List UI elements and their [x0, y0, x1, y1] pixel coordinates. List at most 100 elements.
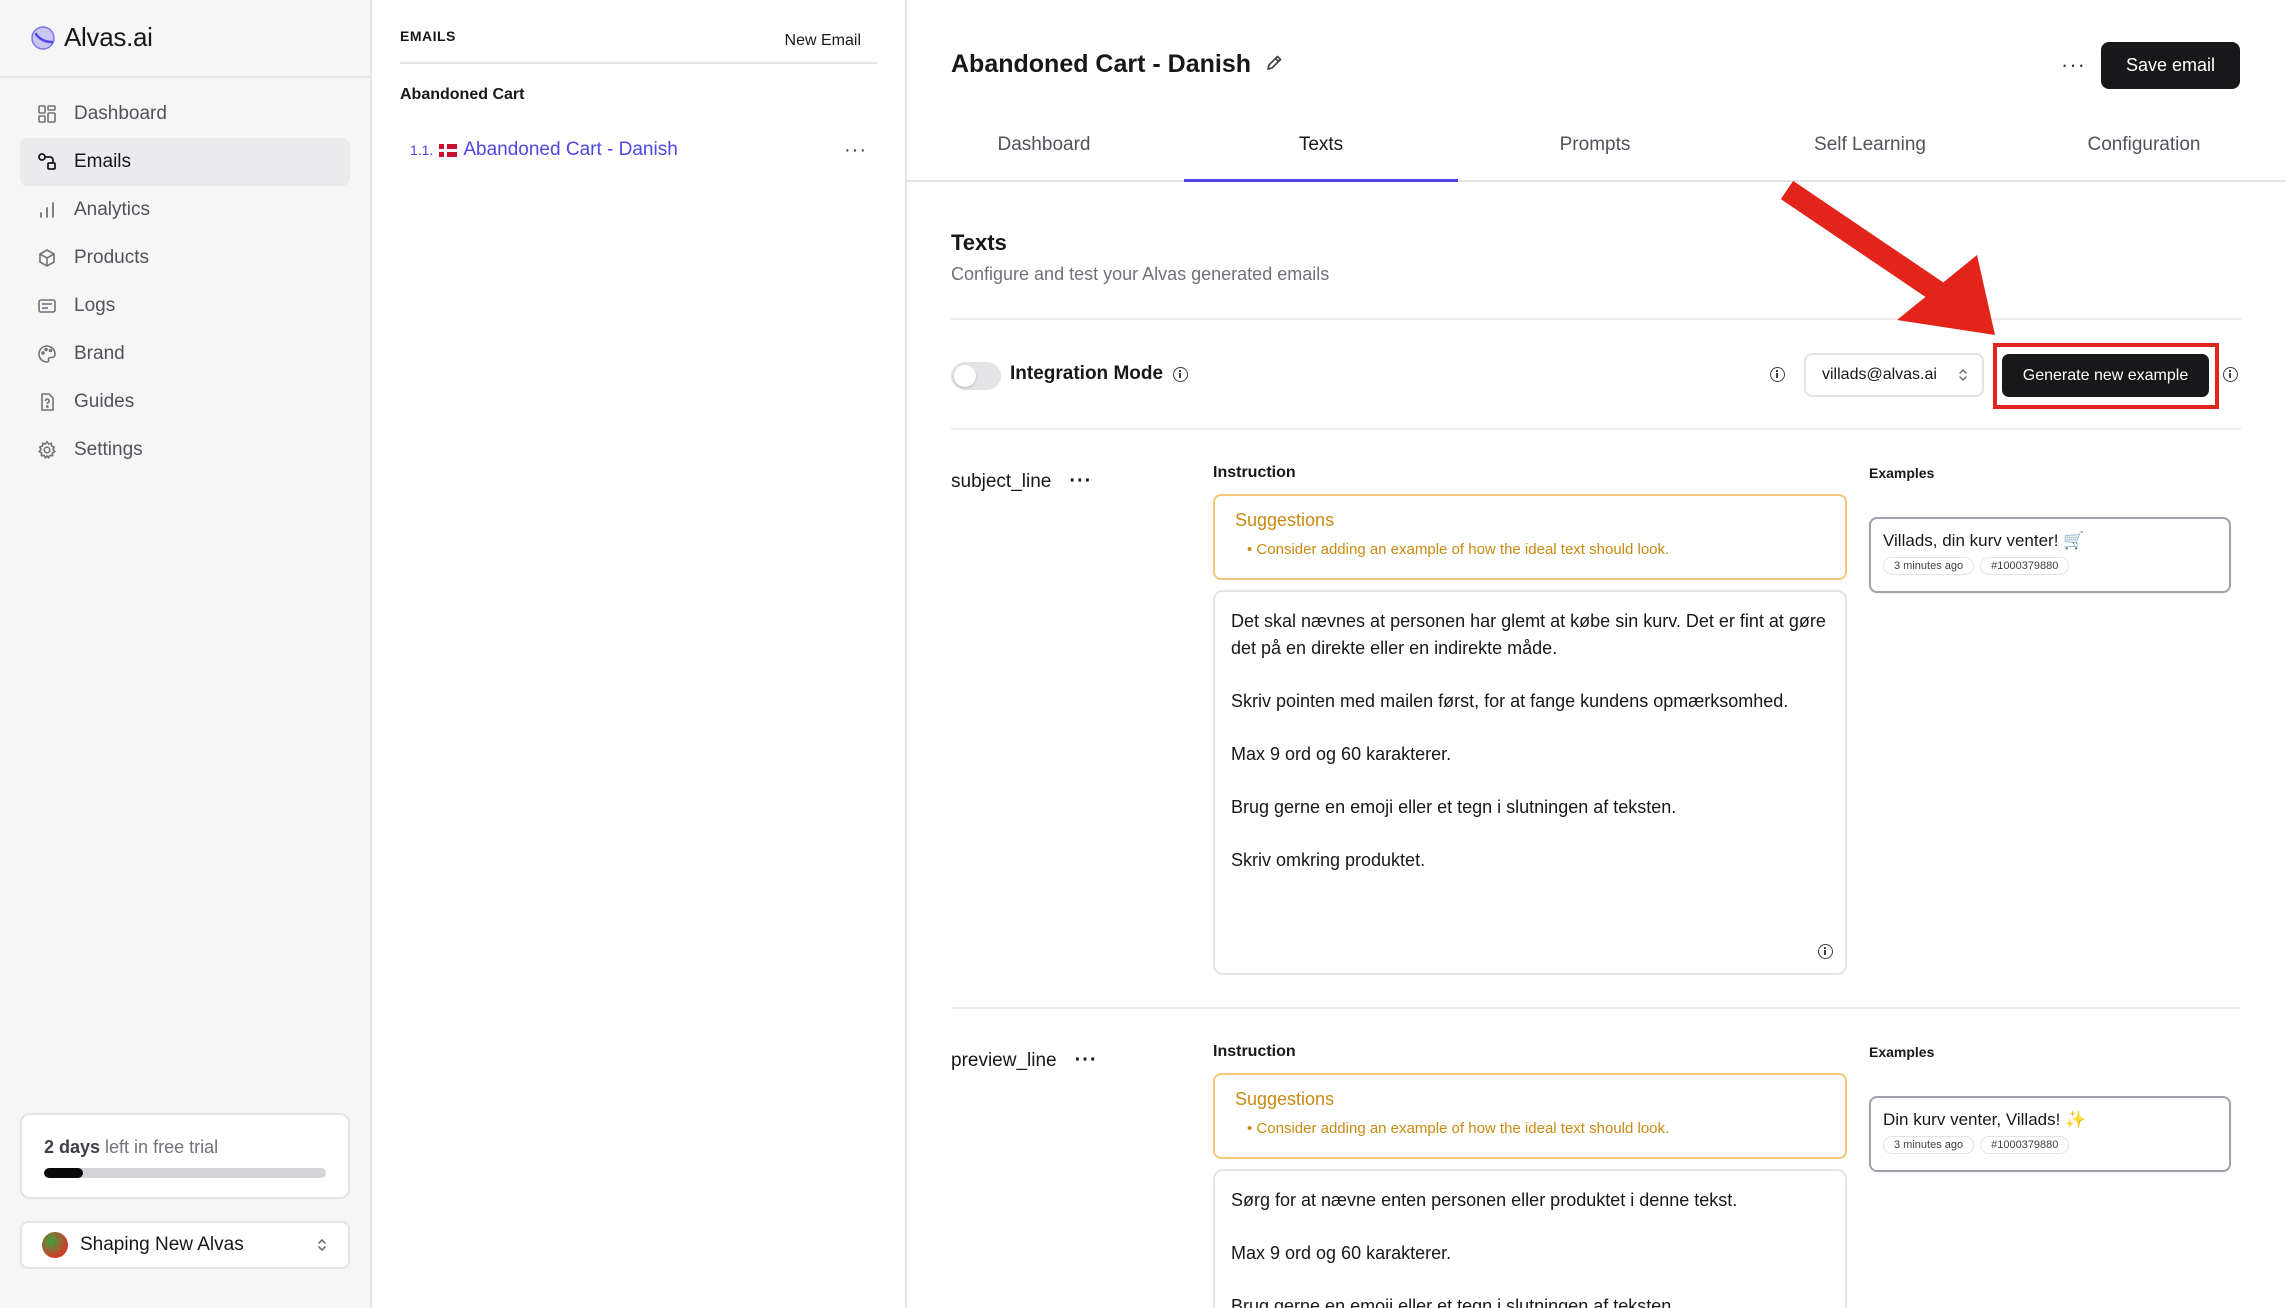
- example-meta: 3 minutes ago #1000379880: [1883, 1136, 2217, 1154]
- tab-configuration[interactable]: Configuration: [2007, 126, 2281, 182]
- info-icon[interactable]: [1818, 944, 1833, 959]
- field-more-button[interactable]: ···: [1069, 470, 1092, 493]
- tab-dashboard[interactable]: Dashboard: [907, 126, 1181, 182]
- integration-mode-label: Integration Mode: [1010, 363, 1189, 385]
- instruction-paragraph: Det skal nævnes at personen har glemt at…: [1231, 611, 1826, 658]
- sidebar: Alvas.ai Dashboard Emails Analytics Prod…: [0, 0, 372, 1308]
- example-card[interactable]: Villads, din kurv venter! 🛒 3 minutes ag…: [1869, 517, 2231, 593]
- instruction-paragraph: Skriv pointen med mailen først, for at f…: [1231, 691, 1789, 711]
- trial-progress-fill: [44, 1168, 84, 1178]
- workspace-avatar: [42, 1232, 68, 1258]
- tabs: Dashboard Texts Prompts Self Learning Co…: [907, 126, 2286, 182]
- integration-mode-text: Integration Mode: [1010, 363, 1164, 384]
- logo[interactable]: Alvas.ai: [30, 22, 153, 53]
- chevron-up-down-icon: [1958, 367, 1968, 384]
- gear-icon: [36, 439, 58, 461]
- products-icon: [36, 247, 58, 269]
- main-content: Abandoned Cart - Danish ··· Save email D…: [907, 0, 2286, 1308]
- sidebar-item-analytics[interactable]: Analytics: [20, 186, 350, 234]
- danish-flag-icon: [439, 143, 458, 157]
- email-more-button[interactable]: ···: [844, 139, 867, 162]
- divider: [951, 318, 2241, 320]
- sidebar-item-label: Settings: [74, 439, 143, 460]
- suggestions-box: Suggestions • Consider adding an example…: [1213, 494, 1847, 580]
- instruction-label: Instruction: [1213, 1043, 1296, 1060]
- section-subtitle: Configure and test your Alvas generated …: [951, 264, 1330, 284]
- suggestions-title: Suggestions: [1235, 510, 1335, 530]
- tab-texts[interactable]: Texts: [1184, 126, 1458, 182]
- suggestions-title: Suggestions: [1235, 1089, 1335, 1109]
- logs-icon: [36, 295, 58, 317]
- sidebar-item-label: Guides: [74, 391, 135, 412]
- email-name: Abandoned Cart - Danish: [463, 139, 678, 160]
- example-meta: 3 minutes ago #1000379880: [1883, 557, 2217, 575]
- edit-pencil-icon[interactable]: [1265, 50, 1283, 79]
- sidebar-item-brand[interactable]: Brand: [20, 330, 350, 378]
- emails-header: EMAILS New Email: [400, 28, 877, 64]
- instruction-paragraph: Max 9 ord og 60 karakterer.: [1231, 1243, 1452, 1263]
- dashboard-icon: [36, 103, 58, 125]
- field-preview-line: preview_line ···: [951, 1049, 1098, 1072]
- trial-days: 2 days: [44, 1137, 101, 1157]
- examples-label: Examples: [1869, 465, 1935, 481]
- example-time-badge: 3 minutes ago: [1883, 1136, 1975, 1154]
- sidebar-item-label: Analytics: [74, 199, 151, 220]
- instruction-textarea[interactable]: Det skal nævnes at personen har glemt at…: [1213, 590, 1847, 975]
- sidebar-item-label: Dashboard: [74, 103, 167, 124]
- emails-panel: EMAILS New Email Abandoned Cart 1.1. Aba…: [372, 0, 907, 1308]
- trial-card[interactable]: 2 days left in free trial: [20, 1113, 350, 1199]
- info-icon[interactable]: [1770, 367, 1785, 382]
- sidebar-item-dashboard[interactable]: Dashboard: [20, 90, 350, 138]
- example-time-badge: 3 minutes ago: [1883, 557, 1975, 575]
- sidebar-item-emails[interactable]: Emails: [20, 138, 350, 186]
- generate-new-example-button[interactable]: Generate new example: [2002, 354, 2209, 397]
- section-title: Texts: [951, 230, 1007, 255]
- sidebar-item-label: Brand: [74, 343, 125, 364]
- emails-title: EMAILS: [400, 28, 456, 44]
- sidebar-item-guides[interactable]: Guides: [20, 378, 350, 426]
- field-more-button[interactable]: ···: [1075, 1049, 1098, 1072]
- instruction-paragraph: Brug gerne en emoji eller et tegn i slut…: [1231, 797, 1677, 817]
- save-email-button[interactable]: Save email: [2101, 42, 2240, 89]
- suggestion-text: Consider adding an example of how the id…: [1256, 541, 1670, 558]
- example-card[interactable]: Din kurv venter, Villads! ✨ 3 minutes ag…: [1869, 1096, 2231, 1172]
- trial-text: 2 days left in free trial: [44, 1137, 326, 1158]
- field-subject-line: subject_line ···: [951, 470, 1092, 493]
- email-group-title: Abandoned Cart: [400, 86, 525, 103]
- new-email-button[interactable]: New Email: [785, 32, 861, 62]
- emails-icon: [36, 151, 58, 173]
- palette-icon: [36, 343, 58, 365]
- instruction-paragraph: Brug gerne en emoji eller et tegn i slut…: [1231, 1296, 1677, 1308]
- suggestion-item: • Consider adding an example of how the …: [1247, 541, 1670, 558]
- instruction-paragraph: Max 9 ord og 60 karakterer.: [1231, 744, 1452, 764]
- logo-text: Alvas.ai: [64, 22, 153, 52]
- analytics-icon: [36, 199, 58, 221]
- example-text: Din kurv venter, Villads! ✨: [1883, 1110, 2087, 1129]
- suggestion-item: • Consider adding an example of how the …: [1247, 1120, 1670, 1137]
- email-list-item[interactable]: 1.1. Abandoned Cart - Danish ···: [410, 136, 877, 164]
- sidebar-item-label: Logs: [74, 295, 116, 316]
- user-select-value: villads@alvas.ai: [1822, 366, 1937, 383]
- example-id-badge: #1000379880: [1980, 1136, 2070, 1154]
- instruction-label: Instruction: [1213, 464, 1296, 481]
- sidebar-item-logs[interactable]: Logs: [20, 282, 350, 330]
- guides-icon: [36, 391, 58, 413]
- chevron-up-down-icon: [316, 1237, 328, 1253]
- instruction-textarea[interactable]: Sørg for at nævne enten personen eller p…: [1213, 1169, 1847, 1308]
- workspace-switcher[interactable]: Shaping New Alvas: [20, 1221, 350, 1269]
- field-name-text: subject_line: [951, 470, 1052, 492]
- sidebar-divider: [0, 76, 370, 78]
- instruction-paragraph: Skriv omkring produktet.: [1231, 850, 1426, 870]
- page-title-text: Abandoned Cart - Danish: [951, 50, 1252, 78]
- info-icon[interactable]: [2223, 367, 2238, 382]
- toggle-knob: [954, 365, 976, 387]
- info-icon[interactable]: [1173, 366, 1189, 382]
- suggestion-text: Consider adding an example of how the id…: [1256, 1120, 1670, 1137]
- instruction-paragraph: Sørg for at nævne enten personen eller p…: [1231, 1190, 1738, 1210]
- sidebar-item-settings[interactable]: Settings: [20, 426, 350, 474]
- sidebar-item-products[interactable]: Products: [20, 234, 350, 282]
- integration-mode-toggle[interactable]: [951, 362, 1001, 390]
- tab-prompts[interactable]: Prompts: [1458, 126, 1732, 182]
- more-options-button[interactable]: ···: [2061, 52, 2086, 78]
- workspace-name: Shaping New Alvas: [80, 1234, 244, 1255]
